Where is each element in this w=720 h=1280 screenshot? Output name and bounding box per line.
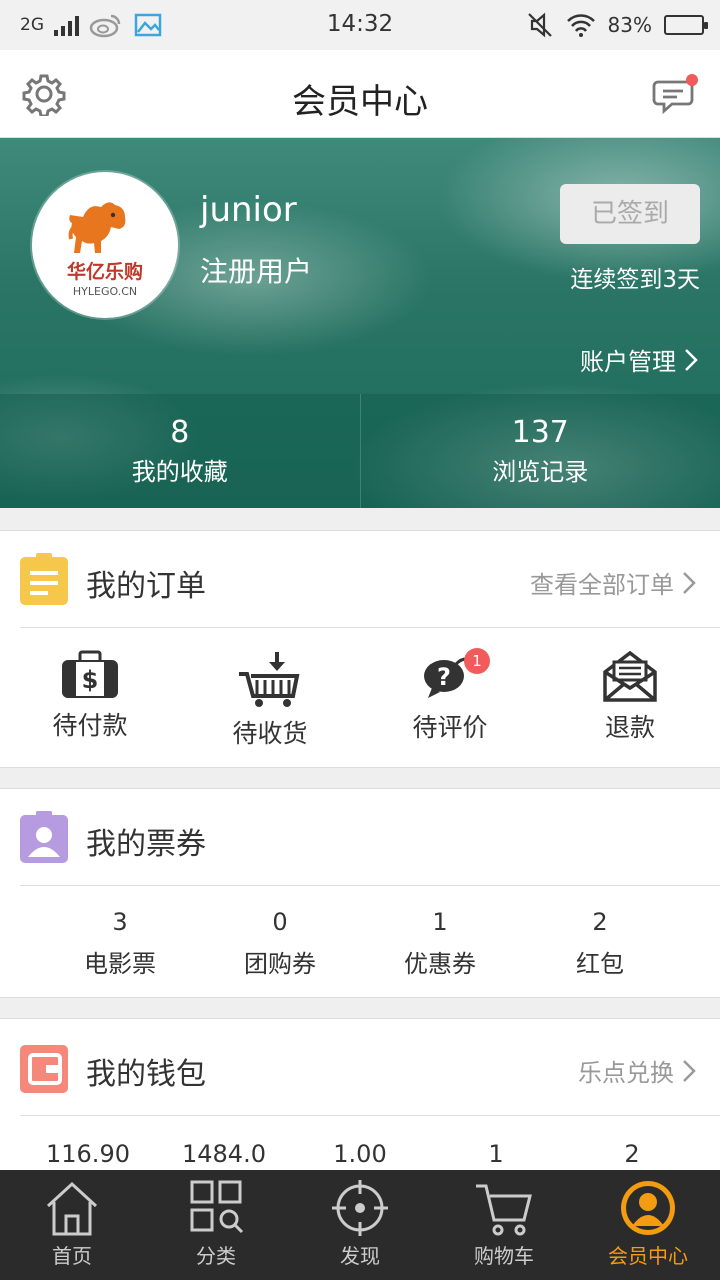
tab-label: 会员中心 (608, 1244, 688, 1268)
cart-download-icon (239, 652, 300, 707)
review-badge: 1 (464, 648, 490, 674)
orders-title: 我的订单 (86, 569, 206, 604)
status-bar: 2G 14:32 83% (0, 0, 720, 50)
envelope-icon (603, 650, 657, 702)
category-icon (190, 1180, 244, 1234)
view-all-orders-label: 查看全部订单 (530, 571, 674, 599)
order-refund[interactable]: 退款 (540, 628, 720, 770)
ticket-group-buy[interactable]: 0 团购券 (200, 886, 360, 998)
stat-favorites[interactable]: 8 我的收藏 (0, 394, 361, 508)
tickets-card: 我的票券 3 电影票 0 团购券 1 优惠券 2 红包 (0, 788, 720, 998)
mute-icon (527, 12, 552, 38)
chevron-right-icon (683, 1059, 696, 1082)
battery-percent: 83% (607, 13, 652, 37)
tab-label: 购物车 (474, 1244, 534, 1268)
orders-header[interactable]: 我的订单 查看全部订单 (0, 531, 720, 627)
wallet-value[interactable]: 2 (564, 1116, 700, 1176)
wallet-value[interactable]: 1484.0 (156, 1116, 292, 1176)
order-status-row: $ 待付款 待收货 ? 1 待评价 退款 (0, 628, 720, 770)
nav-bar: 会员中心 (0, 50, 720, 138)
cart-icon (476, 1184, 532, 1236)
checkin-streak: 连续签到3天 (570, 267, 700, 293)
tab-discover[interactable]: 发现 (288, 1170, 432, 1280)
tab-home[interactable]: 首页 (0, 1170, 144, 1280)
ticket-coupon[interactable]: 1 优惠券 (360, 886, 520, 998)
message-icon[interactable] (652, 72, 698, 118)
ticket-label: 团购券 (244, 950, 316, 978)
logo-text: 华亿乐购 (67, 260, 143, 283)
avatar[interactable]: 华亿乐购 HYLEGO.CN (32, 172, 178, 318)
ticket-count: 0 (272, 908, 288, 936)
user-type: 注册用户 (200, 255, 313, 288)
account-link-label: 账户管理 (580, 348, 676, 376)
brand-logo: 华亿乐购 HYLEGO.CN (67, 202, 143, 298)
tab-category[interactable]: 分类 (144, 1170, 288, 1280)
profile-stats: 8 我的收藏 137 浏览记录 (0, 394, 720, 508)
ticket-count: 1 (432, 908, 448, 936)
ticket-count: 2 (592, 908, 608, 936)
points-exchange-link[interactable]: 乐点兑换 (578, 1053, 696, 1088)
bottom-tab-bar: 首页 分类 发现 购物车 会员中心 (0, 1170, 720, 1280)
stat-history[interactable]: 137 浏览记录 (361, 394, 720, 508)
order-pending-review[interactable]: ? 1 待评价 (360, 628, 540, 770)
chevron-right-icon (685, 348, 698, 371)
profile-header: 华亿乐购 HYLEGO.CN junior 注册用户 已签到 连续签到3天 账户… (0, 138, 720, 508)
wallet-header[interactable]: 我的钱包 乐点兑换 (0, 1019, 720, 1115)
ticket-count: 3 (112, 908, 128, 936)
order-pending-payment[interactable]: $ 待付款 (0, 628, 180, 770)
order-label: 待评价 (412, 713, 488, 742)
page-title: 会员中心 (292, 82, 428, 122)
order-label: 待付款 (52, 711, 128, 740)
wallet-value[interactable]: 116.90 (20, 1116, 156, 1176)
chevron-right-icon (683, 571, 696, 594)
logo-domain: HYLEGO.CN (73, 285, 137, 298)
id-badge-icon (20, 811, 68, 863)
wallet-value[interactable]: 1 (428, 1116, 564, 1176)
wifi-icon (566, 14, 595, 37)
crosshair-icon (332, 1180, 388, 1236)
tab-label: 分类 (196, 1244, 236, 1268)
stat-label: 我的收藏 (131, 458, 228, 486)
home-icon (46, 1181, 98, 1236)
orders-card: 我的订单 查看全部订单 $ 待付款 待收货 ? 1 待评价 退款 (0, 530, 720, 768)
member-icon (621, 1181, 675, 1235)
tab-label: 首页 (52, 1244, 92, 1268)
tickets-title: 我的票券 (86, 827, 206, 862)
username: junior (200, 190, 297, 230)
status-right: 83% (526, 11, 708, 39)
ticket-red-packet[interactable]: 2 红包 (520, 886, 680, 998)
stat-value: 137 (511, 415, 569, 450)
ticket-label: 优惠券 (404, 950, 476, 978)
svg-text:$: $ (82, 666, 99, 694)
wallet-title: 我的钱包 (86, 1057, 206, 1092)
view-all-orders-link[interactable]: 查看全部订单 (530, 565, 696, 600)
points-exchange-label: 乐点兑换 (578, 1059, 674, 1087)
wallet-card: 我的钱包 乐点兑换 116.90 1484.0 1.00 1 2 (0, 1018, 720, 1178)
battery-icon (664, 15, 708, 35)
checkin-button[interactable]: 已签到 (560, 184, 700, 244)
stat-value: 8 (170, 415, 190, 450)
ticket-label: 电影票 (84, 950, 156, 978)
wallet-icon (20, 1045, 68, 1093)
order-label: 待收货 (232, 719, 308, 748)
clipboard-icon (20, 553, 68, 605)
account-management-link[interactable]: 账户管理 (580, 342, 698, 377)
ticket-label: 红包 (576, 950, 624, 978)
order-label: 退款 (604, 713, 655, 742)
tickets-row: 3 电影票 0 团购券 1 优惠券 2 红包 (0, 886, 720, 998)
order-pending-receipt[interactable]: 待收货 (180, 628, 360, 770)
wallet-dollar-icon: $ (62, 650, 118, 698)
tab-member-center[interactable]: 会员中心 (576, 1170, 720, 1280)
wallet-values-row: 116.90 1484.0 1.00 1 2 (0, 1116, 720, 1176)
tab-label: 发现 (340, 1244, 380, 1268)
wallet-value[interactable]: 1.00 (292, 1116, 428, 1176)
tickets-header[interactable]: 我的票券 (0, 789, 720, 885)
svg-text:?: ? (437, 663, 451, 691)
stat-label: 浏览记录 (492, 458, 589, 486)
tab-cart[interactable]: 购物车 (432, 1170, 576, 1280)
ticket-movie[interactable]: 3 电影票 (40, 886, 200, 998)
